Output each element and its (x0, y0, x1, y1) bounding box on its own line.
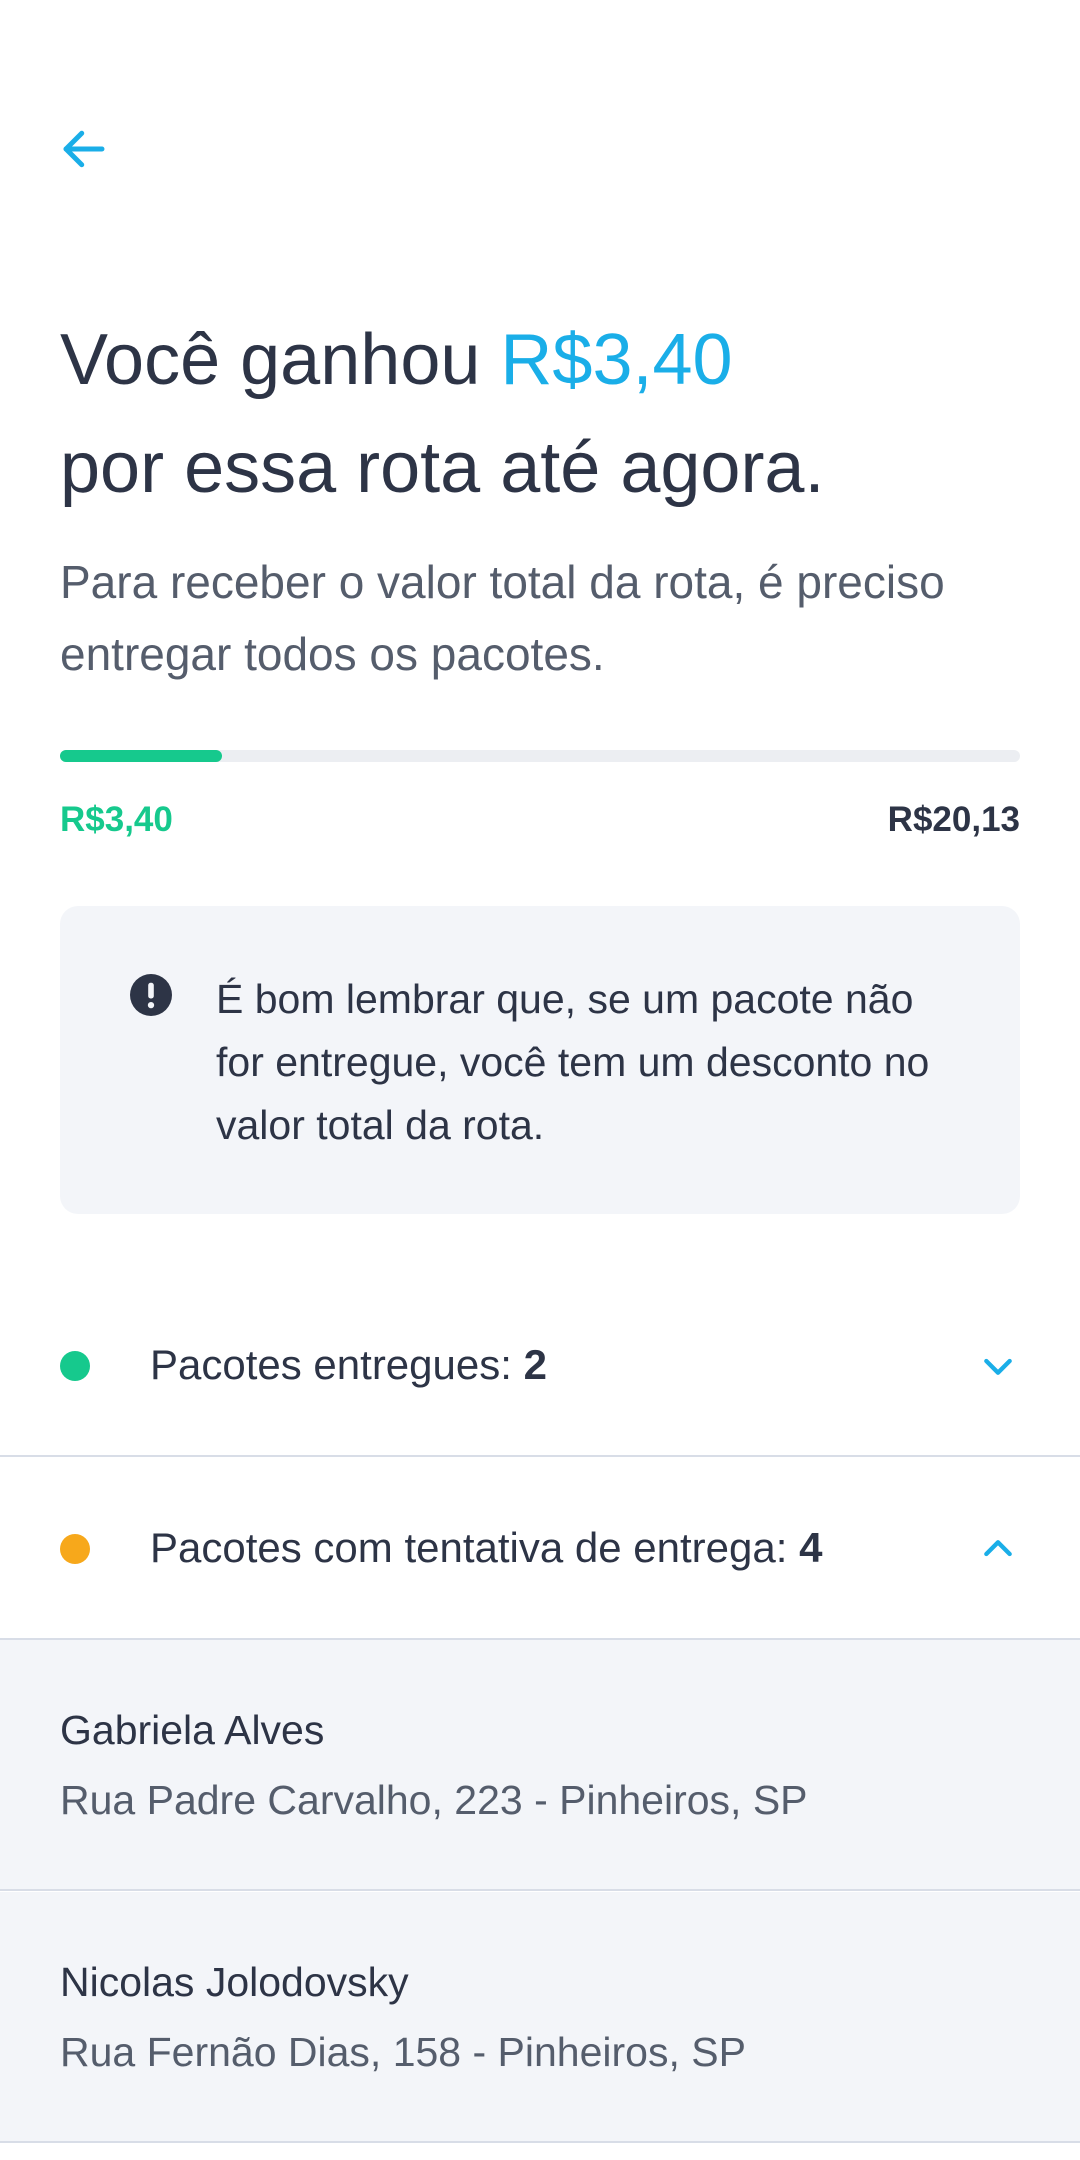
attempted-packages-label: Pacotes com tentativa de entrega: 4 (150, 1524, 823, 1571)
back-button[interactable] (48, 113, 120, 185)
recipient-address: Rua Padre Carvalho, 223 - Pinheiros, SP (60, 1777, 808, 1823)
package-list-item[interactable]: Nicolas Jolodovsky Rua Fernão Dias, 158 … (0, 1892, 1080, 2143)
page-title: Você ganhou R$3,40 por essa rota até ago… (60, 306, 1040, 522)
earnings-progress-bar (60, 750, 1020, 762)
delivered-status-dot (60, 1351, 90, 1381)
attempted-packages-count: 4 (799, 1524, 823, 1571)
notice-text: É bom lembrar que, se um pacote não for … (216, 976, 930, 1148)
earnings-progress-fill (60, 750, 223, 762)
recipient-address: Rua Fernão Dias, 158 - Pinheiros, SP (60, 2029, 746, 2075)
package-list-item[interactable]: Gabriela Alves Rua Padre Carvalho, 223 -… (0, 1640, 1080, 1891)
arrow-left-icon (63, 130, 105, 168)
chevron-up-icon (984, 1540, 1012, 1557)
earned-amount: R$3,40 (500, 320, 733, 400)
title-prefix: Você ganhou (60, 320, 501, 400)
page-subtitle: Para receber o valor total da rota, é pr… (60, 556, 945, 680)
chevron-down-icon (984, 1358, 1012, 1375)
recipient-name: Gabriela Alves (60, 1707, 325, 1753)
delivered-packages-row[interactable]: Pacotes entregues: 2 (0, 1274, 1080, 1457)
exclamation-circle-icon (130, 974, 172, 1016)
discount-notice: É bom lembrar que, se um pacote não for … (60, 906, 1020, 1214)
delivered-packages-label: Pacotes entregues: 2 (150, 1341, 547, 1388)
progress-earned-value: R$3,40 (60, 800, 173, 839)
progress-total-value: R$20,13 (887, 800, 1020, 839)
title-suffix: por essa rota até agora. (60, 428, 825, 508)
attempted-packages-row[interactable]: Pacotes com tentativa de entrega: 4 (0, 1457, 1080, 1640)
attempted-status-dot (60, 1534, 90, 1564)
delivered-packages-count: 2 (523, 1341, 547, 1388)
recipient-name: Nicolas Jolodovsky (60, 1959, 409, 2005)
